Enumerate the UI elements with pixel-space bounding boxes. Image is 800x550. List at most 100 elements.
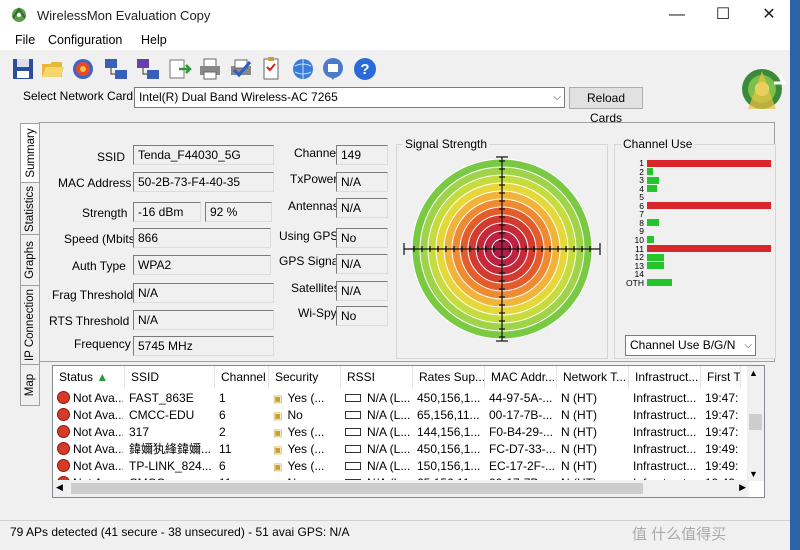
save-icon[interactable]: [10, 56, 36, 82]
status-unavailable-icon: [57, 442, 70, 455]
gps-signal-label: GPS Signal: [279, 254, 342, 268]
scroll-left-icon[interactable]: ◀: [56, 482, 63, 493]
column-header-5[interactable]: Rates Sup...: [413, 366, 485, 388]
column-header-9[interactable]: First Tim: [701, 366, 741, 388]
cell-text: Yes (...: [287, 391, 325, 405]
table-row[interactable]: Not Ava... FAST_863E 1 ▣ Yes (... N/A (L... 45…: [53, 390, 749, 407]
reload-cards-button[interactable]: Reload Cards: [569, 87, 643, 125]
channel-use-select[interactable]: Channel Use B/G/N ⌵: [625, 335, 756, 356]
minimize-button[interactable]: —: [654, 0, 700, 30]
table-row[interactable]: Not Ava... 鍏嬭犱綘鍏嬭... 11 ▣ Yes (... N/A (L... 4…: [53, 441, 749, 458]
column-header-8[interactable]: Infrastruct...: [629, 366, 701, 388]
cell-channel: 6: [219, 407, 267, 424]
scroll-up-icon[interactable]: ▲: [749, 368, 758, 378]
cell-text: FC-D7-33-...: [489, 442, 555, 456]
table-row[interactable]: Not Ava... TP-LINK_824... 6 ▣ Yes (... N/A (L…: [53, 458, 749, 475]
ap-list[interactable]: Status ▲ SSID Channel Security RSSI Rates Sup…: [52, 365, 765, 498]
cell-text: 19:49:2: [705, 442, 739, 456]
cell-infra: Infrastruct...: [633, 424, 699, 441]
channel-bar-8: [647, 219, 660, 227]
print-check-icon[interactable]: [228, 56, 254, 82]
channel-bar-11: [647, 245, 771, 252]
strength-dbm-field: -16 dBm: [133, 202, 201, 222]
tab-ip-connection[interactable]: IP Connection: [20, 285, 40, 365]
cell-text: N/A (L...: [367, 459, 411, 473]
ssid-field: Tenda_F44030_5G: [133, 145, 274, 165]
print-icon[interactable]: [197, 56, 223, 82]
maximize-button[interactable]: ☐: [700, 0, 746, 30]
cell-text: FAST_863E: [129, 391, 194, 405]
tab-statistics[interactable]: Statistics: [20, 182, 40, 235]
network-2-icon[interactable]: [135, 56, 161, 82]
column-header-1[interactable]: SSID: [125, 366, 215, 388]
channel-bar-4: [647, 185, 657, 193]
horizontal-scroll-thumb[interactable]: [71, 483, 643, 494]
table-row[interactable]: Not Ava... CMCC-EDU 6 ▣ No N/A (L... 65,156,11…: [53, 407, 749, 424]
cell-text: N (HT): [561, 425, 597, 439]
scroll-down-icon[interactable]: ▼: [749, 469, 758, 479]
column-header-0[interactable]: Status ▲: [53, 366, 125, 388]
cell-status: Not Ava...: [57, 424, 123, 441]
column-header-6[interactable]: MAC Addr...: [485, 366, 557, 388]
menu-bar: File Configuration Help: [0, 30, 790, 50]
using-gps-field: No: [336, 228, 388, 248]
chevron-down-icon: ⌵: [553, 92, 561, 103]
vertical-scrollbar[interactable]: ▲ ▼: [747, 366, 764, 481]
status-bar: 79 APs detected (41 secure - 38 unsecure…: [0, 520, 790, 543]
scroll-right-icon[interactable]: ▶: [739, 482, 746, 493]
help-icon[interactable]: ?: [352, 56, 378, 82]
menu-file[interactable]: File: [15, 33, 35, 47]
network-icon[interactable]: [103, 56, 129, 82]
cell-status: Not Ava...: [57, 390, 123, 407]
cell-rates: 450,156,1...: [417, 441, 483, 458]
cell-ssid: TP-LINK_824...: [129, 458, 213, 475]
network-card-select[interactable]: Intel(R) Dual Band Wireless-AC 7265 ⌵: [134, 87, 565, 108]
cell-status: Not Ava...: [57, 407, 123, 424]
cell-rssi: N/A (L...: [345, 441, 411, 458]
cell-ssid: CMCC-EDU: [129, 407, 213, 424]
cell-security: ▣ Yes (...: [273, 458, 339, 475]
cell-text: 65,156,11...: [417, 408, 480, 422]
tab-map[interactable]: Map: [20, 364, 40, 406]
horizontal-scrollbar[interactable]: ◀ ▶: [53, 480, 749, 497]
cell-first: 19:49:2: [705, 458, 739, 475]
channel-use-chart: 1 2 3 4 5 6 7 8 9 10 11 12 13 14 OTH: [615, 158, 775, 329]
cell-text: 19:47:3: [705, 391, 739, 405]
open-folder-icon[interactable]: [40, 56, 66, 82]
column-header-3[interactable]: Security: [269, 366, 341, 388]
close-button[interactable]: ✕: [746, 0, 792, 30]
column-header-7[interactable]: Network T...: [557, 366, 629, 388]
status-unavailable-icon: [57, 391, 70, 404]
globe-icon[interactable]: [290, 56, 316, 82]
menu-help[interactable]: Help: [141, 33, 167, 47]
mac-label: MAC Address: [58, 176, 132, 190]
status-unavailable-icon: [57, 425, 70, 438]
table-row[interactable]: Not Ava... 317 2 ▣ Yes (... N/A (L... 144,156,…: [53, 424, 749, 441]
channel-bar-2: [647, 168, 654, 176]
lock-icon: ▣: [273, 445, 283, 456]
column-header-label: First Tim: [707, 370, 741, 384]
channel-use-select-value: Channel Use B/G/N: [630, 338, 736, 352]
vertical-scroll-thumb[interactable]: [749, 414, 762, 430]
status-unavailable-icon: [57, 408, 70, 421]
cell-text: 2: [219, 425, 226, 439]
cell-text: N/A (L...: [367, 425, 411, 439]
column-header-label: MAC Addr...: [491, 370, 556, 384]
channel-bar-3: [647, 176, 660, 184]
record-icon[interactable]: [70, 56, 96, 82]
cell-security: ▣ Yes (...: [273, 441, 339, 458]
column-header-4[interactable]: RSSI: [341, 366, 413, 388]
checklist-icon[interactable]: [258, 56, 284, 82]
cell-first: 19:47:3: [705, 424, 739, 441]
tab-summary[interactable]: Summary: [20, 123, 40, 183]
cell-text: 44-97-5A-...: [489, 391, 553, 405]
export-icon[interactable]: [167, 56, 193, 82]
column-header-2[interactable]: Channel: [215, 366, 269, 388]
cell-text: Infrastruct...: [633, 408, 697, 422]
frequency-field: 5745 MHz: [133, 336, 274, 356]
tab-graphs[interactable]: Graphs: [20, 234, 40, 286]
cell-text: Not Ava...: [73, 391, 123, 405]
menu-configuration[interactable]: Configuration: [48, 33, 122, 47]
lock-icon: ▣: [273, 394, 283, 405]
chat-icon[interactable]: [320, 56, 346, 82]
